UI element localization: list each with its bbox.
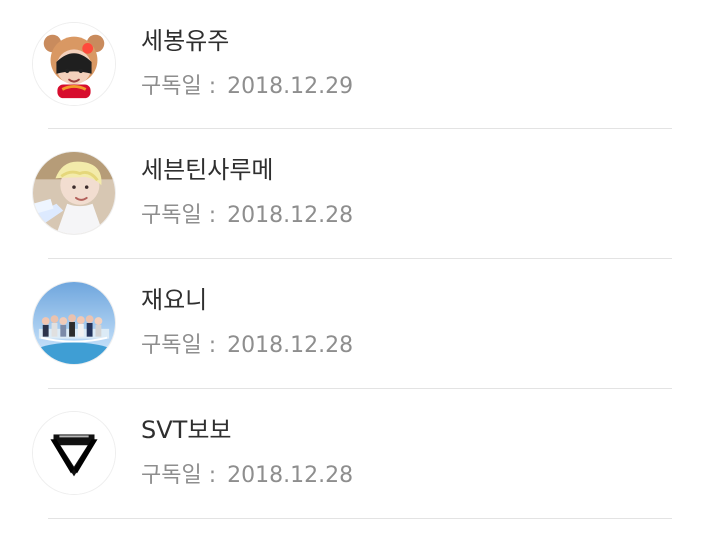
subscription-date-label: 구독일 : [141,74,217,99]
channel-name: SVT보보 [141,416,232,444]
subscription-row[interactable]: SVT보보 구독일 : 2018.12.28 [32,389,672,519]
group-photo-avatar-icon[interactable] [32,281,116,365]
channel-name: 세봉유주 [141,27,230,55]
subscription-date-value: 2018.12.29 [227,74,354,99]
channel-name: 재요니 [141,286,208,314]
blonde-person-photo-avatar-icon[interactable] [32,151,116,235]
subscription-date-value: 2018.12.28 [227,333,354,358]
subscription-row[interactable]: 재요니 구독일 : 2018.12.28 [32,259,672,389]
subscription-date-value: 2018.12.28 [227,203,354,228]
subscription-list: 세봉유주 구독일 : 2018.12.29 세븐틴사루메 구독일: 2018.… [0,0,720,540]
subscription-date-value: 2018.12.28 [227,463,354,488]
subscription-date: 구독일 : 2018.12.28 [141,201,353,231]
bear-hat-cartoon-avatar-icon[interactable] [32,22,116,106]
subscription-date: 구독일 : 2018.12.29 [141,72,353,102]
subscription-date: 구독일 : 2018.12.28 [141,331,353,361]
subscription-row[interactable]: 세븐틴사루메 구독일 : 2018.12.28 [32,129,672,259]
subscription-date-label: 구독일 : [141,333,217,358]
black-triangle-logo-avatar-icon[interactable] [32,411,116,495]
subscription-date-label: 구독일 : [141,463,217,488]
subscription-date: 구독일 : 2018.12.28 [141,461,353,491]
subscription-date-label: 구독일 : [141,203,217,228]
subscription-row[interactable]: 세봉유주 구독일 : 2018.12.29 [32,0,672,129]
channel-name: 세븐틴사루메 [141,156,274,184]
